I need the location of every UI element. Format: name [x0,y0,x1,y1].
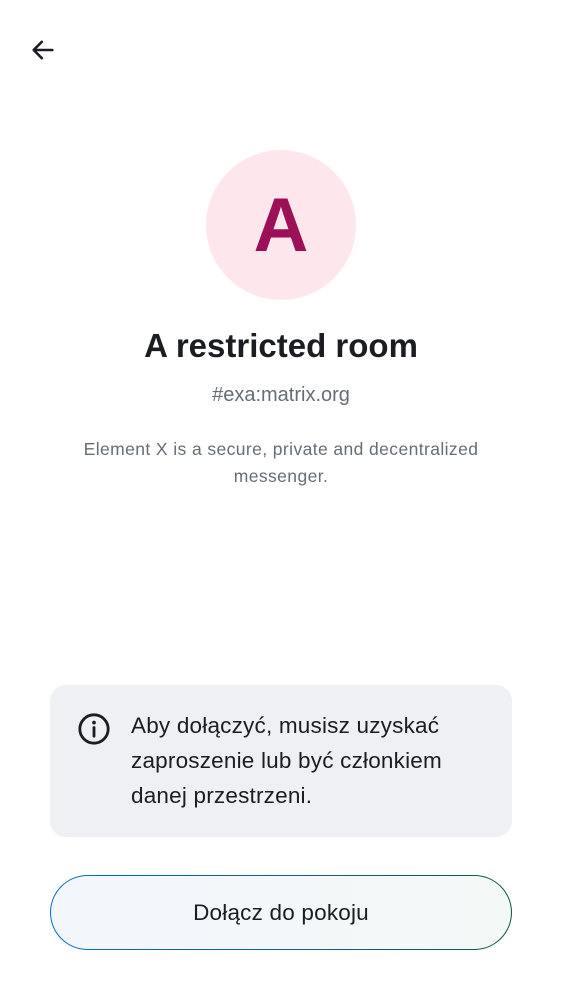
room-title: A restricted room [144,327,418,364]
room-alias: #exa:matrix.org [212,384,350,406]
back-button[interactable] [18,25,68,75]
avatar-initial: A [253,183,309,268]
info-icon [78,713,110,745]
room-join-screen: A A restricted room #exa:matrix.org Elem… [0,0,562,1000]
room-avatar: A [206,150,356,300]
notice-text: Aby dołączyć, musisz uzyskać zaproszenie… [131,713,442,808]
join-room-label: Dołącz do pokoju [193,899,369,925]
restriction-notice: Aby dołączyć, musisz uzyskać zaproszenie… [50,685,512,837]
arrow-left-icon [32,40,54,60]
join-room-button[interactable]: Dołącz do pokoju [50,875,512,950]
room-description: Element X is a secure, private and decen… [83,439,479,486]
